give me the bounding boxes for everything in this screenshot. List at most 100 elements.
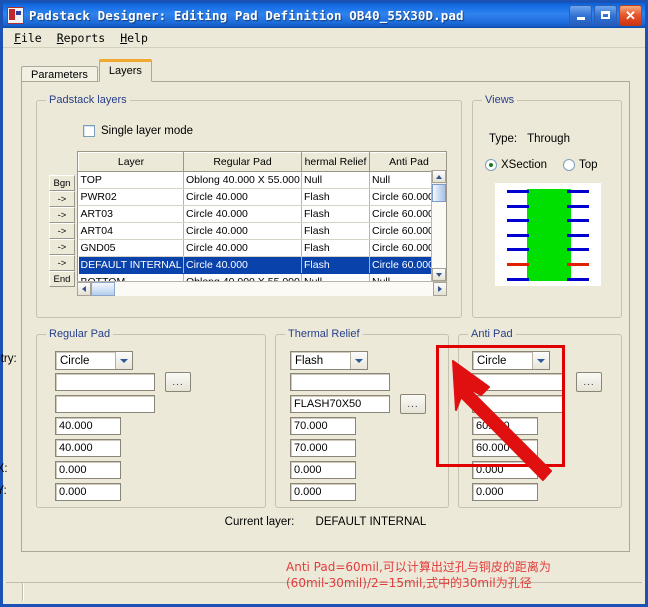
grid-row-marker[interactable]: -> bbox=[49, 255, 75, 271]
regular-shape-input[interactable] bbox=[55, 373, 155, 391]
thermal-offsetx-input[interactable]: 0.000 bbox=[290, 461, 356, 479]
padstack-designer-window: Padstack Designer: Editing Pad Definitio… bbox=[0, 0, 648, 607]
thermal-geometry-combo[interactable]: Flash bbox=[290, 351, 368, 370]
regular-browse-button[interactable]: ... bbox=[165, 372, 191, 392]
view-type-value: Through bbox=[527, 133, 570, 145]
column-header-thermal-relief[interactable]: hermal Relief bbox=[302, 153, 370, 172]
tab-layers[interactable]: Layers bbox=[99, 59, 152, 82]
anti-geometry-value: Circle bbox=[477, 355, 506, 367]
chevron-down-icon[interactable] bbox=[350, 352, 367, 369]
layer-cell[interactable]: ART04 bbox=[79, 223, 184, 240]
anti-geometry-combo[interactable]: Circle bbox=[472, 351, 550, 370]
anti-width-input[interactable]: 60.000 bbox=[472, 417, 538, 435]
hscroll-thumb[interactable] bbox=[91, 282, 115, 296]
single-layer-mode-checkbox[interactable] bbox=[83, 125, 95, 137]
hscroll-track[interactable] bbox=[115, 282, 433, 296]
annotation-line-2: (60mil-30mil)/2=15mil,式中的30mil为孔径 bbox=[286, 575, 551, 591]
chevron-down-icon[interactable] bbox=[532, 352, 549, 369]
thermal-relief-cell[interactable]: Flash bbox=[302, 257, 370, 274]
tab-strip: Parameters Layers bbox=[21, 63, 153, 82]
column-header-layer[interactable]: Layer bbox=[79, 153, 184, 172]
regular-pad-cell[interactable]: Oblong 40.000 X 55.000 bbox=[184, 172, 302, 189]
vscroll-track[interactable] bbox=[432, 202, 446, 268]
regular-geometry-combo[interactable]: Circle bbox=[55, 351, 133, 370]
label-offset-x: Offset X: bbox=[0, 463, 8, 475]
thermal-relief-cell[interactable]: Flash bbox=[302, 189, 370, 206]
thermal-offsety-input[interactable]: 0.000 bbox=[290, 483, 356, 501]
regular-pad-cell[interactable]: Circle 40.000 bbox=[184, 257, 302, 274]
grid-row-marker[interactable]: Bgn bbox=[49, 175, 75, 191]
radio-xsection[interactable]: XSection bbox=[485, 159, 547, 171]
grid-row-marker[interactable]: -> bbox=[49, 191, 75, 207]
regular-width-input[interactable]: 40.000 bbox=[55, 417, 121, 435]
regular-flash-input[interactable] bbox=[55, 395, 155, 413]
client-area: Parameters Layers Padstack layers Single… bbox=[6, 50, 642, 601]
regular-offsety-input[interactable]: 0.000 bbox=[55, 483, 121, 501]
chevron-down-icon[interactable] bbox=[115, 352, 132, 369]
grid-vertical-scrollbar[interactable] bbox=[431, 170, 446, 281]
hscroll-right-button[interactable] bbox=[433, 282, 447, 296]
window-controls: ✕ bbox=[569, 5, 642, 26]
application-icon bbox=[7, 7, 24, 24]
menu-reports[interactable]: Reports bbox=[50, 29, 113, 47]
thermal-relief-cell[interactable]: Null bbox=[302, 172, 370, 189]
minimize-button[interactable] bbox=[569, 5, 592, 26]
single-layer-mode-row[interactable]: Single layer mode bbox=[83, 125, 193, 137]
layer-cell[interactable]: ART03 bbox=[79, 206, 184, 223]
padstack-layers-grid[interactable]: Layer Regular Pad hermal Relief Anti Pad… bbox=[77, 151, 447, 296]
anti-browse-button[interactable]: ... bbox=[576, 372, 602, 392]
layer-cell[interactable]: TOP bbox=[79, 172, 184, 189]
title-bar: Padstack Designer: Editing Pad Definitio… bbox=[3, 3, 645, 28]
regular-height-input[interactable]: 40.000 bbox=[55, 439, 121, 457]
table-row[interactable]: DEFAULT INTERNALCircle 40.000FlashCircle… bbox=[79, 257, 448, 274]
regular-pad-cell[interactable]: Circle 40.000 bbox=[184, 189, 302, 206]
table-row[interactable]: ART03Circle 40.000FlashCircle 60.000 bbox=[79, 206, 448, 223]
thermal-flash-input[interactable]: FLASH70X50 bbox=[290, 395, 390, 413]
menu-file[interactable]: FFileile bbox=[7, 29, 50, 47]
column-header-anti-pad[interactable]: Anti Pad bbox=[370, 153, 448, 172]
thermal-relief-cell[interactable]: Flash bbox=[302, 240, 370, 257]
status-bar-grip bbox=[6, 583, 23, 601]
table-row[interactable]: PWR02Circle 40.000FlashCircle 60.000 bbox=[79, 189, 448, 206]
maximize-button[interactable] bbox=[594, 5, 617, 26]
thermal-relief-cell[interactable]: Flash bbox=[302, 206, 370, 223]
padstack-layers-label: Padstack layers bbox=[46, 94, 130, 106]
vscroll-up-button[interactable] bbox=[432, 170, 446, 183]
grid-row-marker[interactable]: -> bbox=[49, 223, 75, 239]
anti-offsetx-input[interactable]: 0.000 bbox=[472, 461, 538, 479]
anti-flash-input[interactable] bbox=[472, 395, 564, 413]
thermal-relief-cell[interactable]: Flash bbox=[302, 223, 370, 240]
table-row[interactable]: TOPOblong 40.000 X 55.000NullNull bbox=[79, 172, 448, 189]
preview-core-barrel bbox=[527, 189, 571, 281]
grid-row-marker[interactable]: End bbox=[49, 271, 75, 287]
grid-row-marker[interactable]: -> bbox=[49, 207, 75, 223]
regular-pad-cell[interactable]: Circle 40.000 bbox=[184, 206, 302, 223]
radio-top-label: Top bbox=[579, 159, 598, 171]
grid-row-marker[interactable]: -> bbox=[49, 239, 75, 255]
close-button[interactable]: ✕ bbox=[619, 5, 642, 26]
anti-height-input[interactable]: 60.000 bbox=[472, 439, 538, 457]
layer-cell[interactable]: PWR02 bbox=[79, 189, 184, 206]
vscroll-down-button[interactable] bbox=[432, 268, 446, 281]
layer-cell[interactable]: GND05 bbox=[79, 240, 184, 257]
regular-pad-cell[interactable]: Circle 40.000 bbox=[184, 240, 302, 257]
close-icon: ✕ bbox=[625, 9, 636, 22]
vscroll-thumb[interactable] bbox=[432, 184, 446, 202]
regular-pad-cell[interactable]: Circle 40.000 bbox=[184, 223, 302, 240]
layers-table: Layer Regular Pad hermal Relief Anti Pad… bbox=[78, 152, 447, 291]
thermal-width-input[interactable]: 70.000 bbox=[290, 417, 356, 435]
layer-cell[interactable]: DEFAULT INTERNAL bbox=[79, 257, 184, 274]
table-row[interactable]: ART04Circle 40.000FlashCircle 60.000 bbox=[79, 223, 448, 240]
thermal-shape-input[interactable] bbox=[290, 373, 390, 391]
radio-top[interactable]: Top bbox=[563, 159, 598, 171]
table-row[interactable]: GND05Circle 40.000FlashCircle 60.000 bbox=[79, 240, 448, 257]
thermal-height-input[interactable]: 70.000 bbox=[290, 439, 356, 457]
grid-horizontal-scrollbar[interactable] bbox=[77, 281, 447, 296]
anti-offsety-input[interactable]: 0.000 bbox=[472, 483, 538, 501]
thermal-browse-button[interactable]: ... bbox=[400, 394, 426, 414]
regular-offsetx-input[interactable]: 0.000 bbox=[55, 461, 121, 479]
hscroll-left-button[interactable] bbox=[77, 282, 91, 296]
menu-help[interactable]: Help bbox=[113, 29, 156, 47]
column-header-regular-pad[interactable]: Regular Pad bbox=[184, 153, 302, 172]
anti-shape-input[interactable] bbox=[472, 373, 564, 391]
